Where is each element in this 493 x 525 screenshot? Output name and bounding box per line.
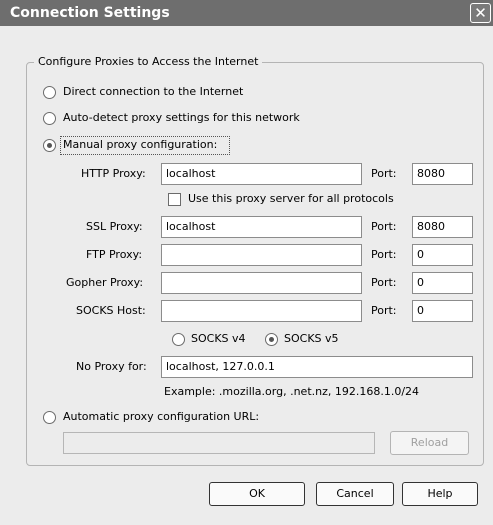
label-direct[interactable]: Direct connection to the Internet [63, 85, 243, 99]
title-bar[interactable]: Connection Settings ✕ [0, 0, 493, 26]
ssl-proxy-field[interactable]: localhost [161, 216, 362, 238]
http-port-label: Port: [371, 167, 397, 180]
no-proxy-field[interactable]: localhost, 127.0.0.1 [161, 356, 473, 378]
no-proxy-label: No Proxy for: [76, 360, 147, 373]
reload-button[interactable]: Reload [390, 431, 469, 455]
ssl-proxy-label: SSL Proxy: [86, 220, 143, 233]
socks-host-label: SOCKS Host: [76, 304, 146, 317]
gopher-proxy-field[interactable] [161, 272, 362, 294]
socks-v5-label[interactable]: SOCKS v5 [284, 332, 339, 346]
radio-manual[interactable] [43, 139, 56, 152]
ftp-proxy-label: FTP Proxy: [86, 248, 143, 261]
cancel-button[interactable]: Cancel [316, 482, 394, 506]
radio-direct[interactable] [43, 86, 56, 99]
socks-port-field[interactable]: 0 [412, 300, 473, 322]
http-port-field[interactable]: 8080 [412, 163, 473, 185]
label-auto-url[interactable]: Automatic proxy configuration URL: [63, 410, 259, 424]
close-button[interactable]: ✕ [470, 3, 491, 23]
radio-auto-url[interactable] [43, 411, 56, 424]
auto-url-field[interactable] [63, 432, 375, 454]
ftp-proxy-field[interactable] [161, 244, 362, 266]
http-proxy-field[interactable]: localhost [161, 163, 362, 185]
radio-socks-v4[interactable] [172, 333, 185, 346]
socks-v4-label[interactable]: SOCKS v4 [191, 332, 246, 346]
radio-autodetect[interactable] [43, 112, 56, 125]
socks-host-field[interactable] [161, 300, 362, 322]
gopher-proxy-label: Gopher Proxy: [66, 276, 144, 289]
ssl-port-field[interactable]: 8080 [412, 216, 473, 238]
radio-socks-v5[interactable] [265, 333, 278, 346]
http-proxy-label: HTTP Proxy: [81, 167, 146, 180]
window-title: Connection Settings [10, 5, 170, 21]
use-same-proxy-checkbox[interactable] [168, 193, 181, 206]
socks-port-label: Port: [371, 304, 397, 317]
ftp-port-field[interactable]: 0 [412, 244, 473, 266]
label-manual[interactable]: Manual proxy configuration: [63, 138, 217, 152]
close-icon: ✕ [474, 4, 487, 22]
ftp-port-label: Port: [371, 248, 397, 261]
ssl-port-label: Port: [371, 220, 397, 233]
label-autodetect[interactable]: Auto-detect proxy settings for this netw… [63, 111, 300, 125]
help-button[interactable]: Help [402, 482, 478, 506]
gopher-port-label: Port: [371, 276, 397, 289]
no-proxy-example: Example: .mozilla.org, .net.nz, 192.168.… [164, 385, 420, 398]
gopher-port-field[interactable]: 0 [412, 272, 473, 294]
ok-button[interactable]: OK [209, 482, 305, 506]
use-same-proxy-label[interactable]: Use this proxy server for all protocols [188, 192, 394, 206]
groupbox-legend: Configure Proxies to Access the Internet [34, 55, 263, 69]
